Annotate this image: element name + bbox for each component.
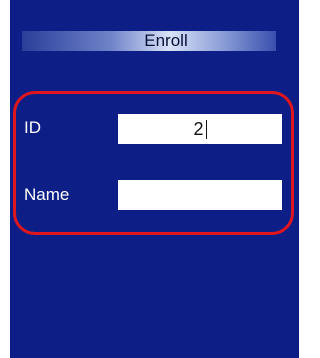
- title-bar: Enroll: [22, 31, 276, 51]
- id-label: ID: [24, 118, 41, 137]
- name-field[interactable]: [118, 180, 282, 210]
- text-caret: [205, 119, 207, 139]
- name-label: Name: [24, 185, 70, 204]
- device-frame: Enroll ID 2 Name: [0, 0, 299, 358]
- id-value-container: 2: [118, 114, 282, 144]
- id-value: 2: [193, 118, 204, 139]
- id-field[interactable]: 2: [118, 114, 282, 144]
- page-title: Enroll: [144, 31, 188, 50]
- form-highlight-box: [13, 91, 294, 235]
